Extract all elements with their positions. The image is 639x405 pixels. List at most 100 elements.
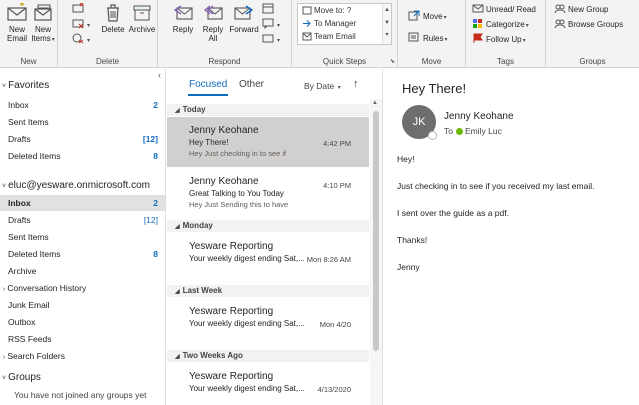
chevron-down-icon: ▾ <box>337 85 341 91</box>
ignore-icon <box>72 2 84 13</box>
folder-inbox[interactable]: Inbox 2 <box>0 195 165 211</box>
folder-label: Junk Email <box>8 300 50 310</box>
flag-icon <box>473 33 483 43</box>
archive-icon <box>133 5 151 21</box>
folder-deleted-items[interactable]: Deleted Items 8 <box>0 246 165 262</box>
new-group-button[interactable]: New Group <box>554 3 608 16</box>
message-item[interactable]: Yesware Reporting Your weekly digest end… <box>167 363 369 403</box>
quick-steps-launcher-icon[interactable]: ⬊ <box>390 58 395 65</box>
sort-by-dropdown[interactable]: By Date ▾ <box>304 81 341 91</box>
new-email-icon <box>7 3 27 21</box>
quick-step-to-manager[interactable]: To Manager <box>298 17 391 30</box>
rules-button[interactable]: Rules▾ <box>408 31 447 44</box>
reply-label: Reply <box>172 25 194 34</box>
message-item[interactable]: Yesware Reporting Your weekly digest end… <box>167 233 369 273</box>
folder-archive[interactable]: Archive <box>0 263 165 279</box>
date-group-label: Today <box>182 105 206 114</box>
folder-outbox[interactable]: Outbox <box>0 314 165 330</box>
chevron-down-icon: ˅ <box>2 375 7 382</box>
reply-all-button[interactable]: Reply All <box>196 2 230 50</box>
follow-up-button[interactable]: Follow Up▾ <box>472 33 526 46</box>
date-group-header-two-weeks-ago[interactable]: ◢ Two Weeks Ago <box>167 350 369 362</box>
unread-count: 8 <box>153 249 158 259</box>
quick-steps-scrollbar[interactable]: ▲ ▼ ▾ <box>382 4 391 44</box>
archive-button[interactable]: Archive <box>126 2 158 50</box>
email-subject: Hey There! <box>402 81 467 96</box>
clean-up-caret-icon: ▾ <box>87 23 91 29</box>
move-label: Move <box>423 12 443 21</box>
group-label-quick-steps: Quick Steps <box>322 57 367 66</box>
unread-read-button[interactable]: Unread/ Read <box>472 3 536 16</box>
clean-up-button[interactable]: ▾ <box>72 18 90 31</box>
chevron-right-icon[interactable]: › <box>3 286 5 293</box>
expand-gallery-icon[interactable]: ▾ <box>383 30 391 40</box>
unread-count: 2 <box>153 100 158 110</box>
delete-button[interactable]: Delete <box>96 2 130 50</box>
scroll-up-icon[interactable]: ▲ <box>383 4 391 17</box>
folder-search-folders[interactable]: › Search Folders <box>0 348 165 364</box>
message-sender: Yesware Reporting <box>189 371 274 382</box>
folder-pane: ‹ ˅ Favorites Inbox 2 Sent Items Drafts [12… <box>0 69 166 405</box>
message-item[interactable]: Jenny Keohane Great Talking to You Today… <box>167 168 369 218</box>
categorize-button[interactable]: Categorize▾ <box>472 18 529 31</box>
forward-icon <box>234 5 254 20</box>
folder-label: Inbox <box>8 198 31 208</box>
tab-other[interactable]: Other <box>239 79 264 90</box>
favorites-title: Favorites <box>8 80 50 91</box>
groups-section-header[interactable]: ˅ Groups <box>2 372 41 383</box>
favorite-folder-inbox[interactable]: Inbox 2 <box>0 97 165 113</box>
message-list-scrollbar[interactable]: ▲ <box>370 99 382 405</box>
date-group-header-today[interactable]: ◢ Today <box>167 104 369 116</box>
im-button[interactable]: ▾ <box>262 18 280 31</box>
to-label: To <box>444 126 453 136</box>
folder-drafts[interactable]: Drafts [12] <box>0 212 165 228</box>
recipient-name[interactable]: Emily Luc <box>465 126 502 136</box>
reply-all-icon <box>203 5 223 20</box>
favorites-section-header[interactable]: ˅ Favorites <box>2 80 49 91</box>
ignore-button[interactable] <box>72 2 86 16</box>
quick-step-move-to[interactable]: Move to: ? <box>298 4 391 17</box>
message-sender: Yesware Reporting <box>189 306 274 317</box>
folder-label: Sent Items <box>8 232 49 242</box>
browse-groups-button[interactable]: Browse Groups <box>554 18 623 31</box>
group-label-groups: Groups <box>579 57 606 66</box>
favorite-folder-drafts[interactable]: Drafts [12] <box>0 131 165 147</box>
rules-caret-icon: ▾ <box>444 37 448 43</box>
junk-button[interactable]: ▾ <box>72 33 90 46</box>
date-group-header-monday[interactable]: ◢ Monday <box>167 220 369 232</box>
message-list: Focused Other By Date ▾ ↑ ◢ Today Jenny K… <box>167 69 383 405</box>
message-item[interactable]: Yesware Reporting Your weekly digest end… <box>167 298 369 338</box>
chevron-down-icon: ◢ <box>175 108 180 114</box>
collapse-folder-pane-icon[interactable]: ‹ <box>158 70 161 80</box>
chevron-down-icon: ˅ <box>2 183 7 190</box>
scrollbar-thumb[interactable] <box>373 111 379 351</box>
tab-focused[interactable]: Focused <box>189 79 227 90</box>
message-preview: Hey Just Sending this to have <box>189 200 289 209</box>
date-group-header-last-week[interactable]: ◢ Last Week <box>167 285 369 297</box>
account-section-header[interactable]: ˅ eluc@yesware.onmicrosoft.com <box>2 180 150 191</box>
forward-button[interactable]: Forward <box>226 2 262 50</box>
favorite-folder-sent-items[interactable]: Sent Items <box>0 114 165 130</box>
folder-conversation-history[interactable]: › Conversation History <box>0 280 165 296</box>
scroll-down-icon[interactable]: ▼ <box>383 17 391 30</box>
draft-count: [12] <box>143 215 158 225</box>
folder-rss-feeds[interactable]: RSS Feeds <box>0 331 165 347</box>
message-subject: Your weekly digest ending Sat,... <box>189 384 305 393</box>
email-sender[interactable]: Jenny Keohane <box>444 111 514 122</box>
trash-icon <box>107 4 119 22</box>
folder-junk-email[interactable]: Junk Email <box>0 297 165 313</box>
move-button[interactable]: Move▾ <box>408 9 447 22</box>
favorite-folder-deleted-items[interactable]: Deleted Items 8 <box>0 148 165 164</box>
reply-button[interactable]: Reply <box>166 2 200 50</box>
message-item[interactable]: Jenny Keohane Hey There! Hey Just checki… <box>167 117 369 167</box>
chevron-right-icon[interactable]: › <box>3 354 5 361</box>
scroll-up-icon[interactable]: ▲ <box>372 100 378 106</box>
message-sender: Jenny Keohane <box>189 176 259 187</box>
more-respond-button[interactable]: ▾ <box>262 33 280 46</box>
folder-sent-items[interactable]: Sent Items <box>0 229 165 245</box>
message-subject: Your weekly digest ending Sat,... <box>189 319 305 328</box>
quick-step-team-email[interactable]: Team Email <box>298 30 391 43</box>
meeting-button[interactable] <box>262 3 276 16</box>
new-items-button[interactable]: New Items▾ <box>28 2 58 50</box>
sort-direction-icon[interactable]: ↑ <box>353 78 359 90</box>
